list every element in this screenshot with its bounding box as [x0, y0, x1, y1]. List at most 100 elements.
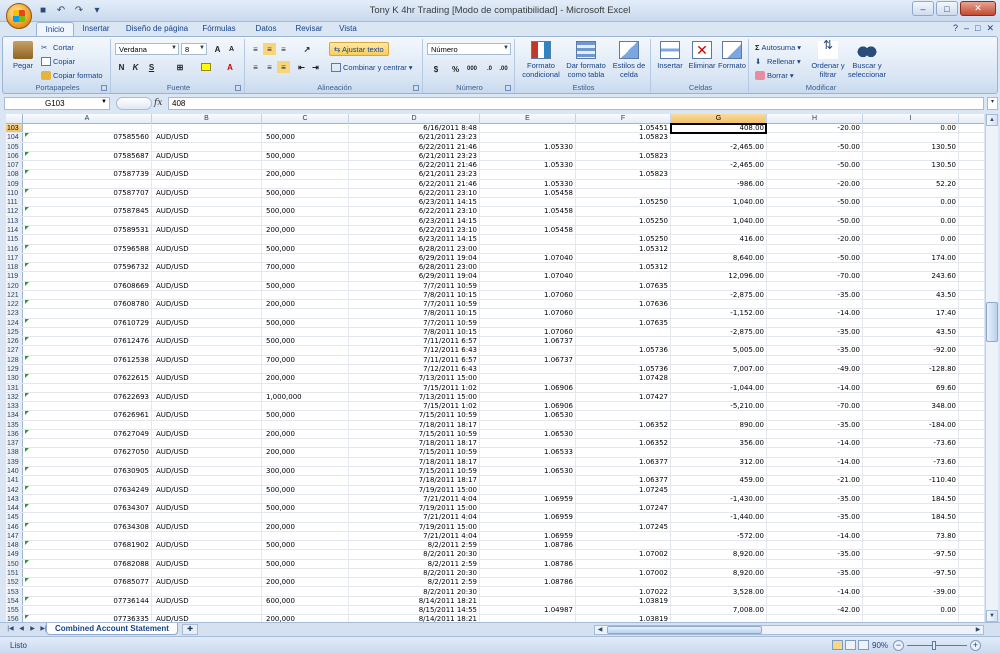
cell-g128[interactable] — [671, 356, 767, 364]
row-header[interactable]: 147 — [6, 531, 23, 541]
cell-b143[interactable] — [152, 495, 262, 503]
cell-f109[interactable] — [576, 180, 671, 188]
cell-f113[interactable]: 1.05250 — [576, 217, 671, 225]
cell-h116[interactable] — [767, 245, 863, 253]
row-header[interactable]: 114 — [6, 225, 29, 235]
cell-f119[interactable] — [576, 272, 671, 280]
cell-i110[interactable] — [863, 189, 959, 197]
row-header[interactable]: 137 — [6, 439, 23, 448]
cell-f153[interactable]: 1.07022 — [576, 588, 671, 596]
cell-h152[interactable] — [767, 578, 863, 586]
currency-button[interactable]: $ — [427, 63, 445, 75]
cell-a153[interactable] — [23, 588, 152, 596]
bold-button[interactable]: N — [115, 61, 128, 73]
cell-f146[interactable]: 1.07245 — [576, 523, 671, 531]
cell-g147[interactable]: -572.00 — [671, 532, 767, 540]
cell-i152[interactable] — [863, 578, 959, 586]
cell-d140[interactable]: 7/15/2011 10:59 — [349, 467, 480, 475]
row-header[interactable]: 155 — [6, 606, 23, 615]
cell-a114[interactable]: 07589531 — [23, 226, 152, 234]
cell-b117[interactable] — [152, 254, 262, 262]
percent-button[interactable]: % — [449, 63, 462, 75]
cell-e114[interactable]: 1.05458 — [480, 226, 576, 234]
insert-function-icon[interactable]: fx — [154, 98, 162, 108]
cell-a154[interactable]: 07736144 — [23, 597, 152, 605]
cell-h155[interactable]: -42.00 — [767, 606, 863, 614]
cell-g105[interactable]: -2,465.00 — [671, 143, 767, 151]
cell-c135[interactable] — [262, 421, 349, 429]
row-header[interactable]: 156 — [6, 615, 29, 622]
cell-g151[interactable]: 8,920.00 — [671, 569, 767, 577]
cell-h151[interactable]: -35.00 — [767, 569, 863, 577]
cell-b142[interactable]: AUD/USD — [152, 486, 262, 494]
cell-d150[interactable]: 8/2/2011 2:59 — [349, 560, 480, 568]
sheet-tab-combined-account-statement[interactable]: Combined Account Statement — [46, 623, 178, 635]
cell-a155[interactable] — [23, 606, 152, 614]
cell-b140[interactable]: AUD/USD — [152, 467, 262, 475]
cell-i148[interactable] — [863, 541, 959, 549]
zoom-slider-thumb[interactable] — [931, 641, 936, 650]
cell-b121[interactable] — [152, 291, 262, 299]
cell-h135[interactable]: -35.00 — [767, 421, 863, 429]
cell-g112[interactable] — [671, 207, 767, 215]
select-all-corner[interactable] — [6, 114, 23, 124]
cell-f116[interactable]: 1.05312 — [576, 245, 671, 253]
formula-bar-resize-handle[interactable] — [116, 97, 152, 110]
cell-b147[interactable] — [152, 532, 262, 540]
cell-e130[interactable] — [480, 374, 576, 382]
cell-f142[interactable]: 1.07245 — [576, 486, 671, 494]
cell-d125[interactable]: 7/8/2011 10:15 — [349, 328, 480, 336]
cell-g133[interactable]: -5,210.00 — [671, 402, 767, 410]
cell-d121[interactable]: 7/8/2011 10:15 — [349, 291, 480, 299]
cell-d138[interactable]: 7/15/2011 10:59 — [349, 448, 480, 456]
cell-i155[interactable]: 0.00 — [863, 606, 959, 614]
conditional-format-button[interactable]: Formato condicional — [519, 41, 563, 79]
cell-a108[interactable]: 07587739 — [23, 170, 152, 178]
cell-d154[interactable]: 8/14/2011 18:21 — [349, 597, 480, 605]
cell-h119[interactable]: -70.00 — [767, 272, 863, 280]
cell-h103[interactable]: -20.00 — [767, 124, 863, 132]
column-header-c[interactable]: C — [262, 114, 349, 124]
cell-c108[interactable]: 200,000 — [262, 170, 349, 178]
cell-g116[interactable] — [671, 245, 767, 253]
cell-d106[interactable]: 6/21/2011 23:23 — [349, 152, 480, 160]
cell-a151[interactable] — [23, 569, 152, 577]
vertical-scrollbar[interactable]: ▲ ▼ — [985, 114, 998, 622]
prev-sheet-icon[interactable]: ◀ — [17, 625, 26, 632]
cell-a136[interactable]: 07627049 — [23, 430, 152, 438]
cell-g108[interactable] — [671, 170, 767, 178]
cell-f126[interactable] — [576, 337, 671, 345]
row-header[interactable]: 123 — [6, 309, 23, 318]
cell-i133[interactable]: 348.00 — [863, 402, 959, 410]
find-select-button[interactable]: Buscar y seleccionar — [847, 41, 887, 79]
close-button[interactable]: ✕ — [960, 1, 996, 16]
cell-i123[interactable]: 17.40 — [863, 309, 959, 317]
row-header[interactable]: 128 — [6, 355, 29, 365]
cell-c152[interactable]: 200,000 — [262, 578, 349, 586]
ribbon-restore-icon[interactable]: □ — [975, 23, 980, 34]
cell-h118[interactable] — [767, 263, 863, 271]
cell-b130[interactable]: AUD/USD — [152, 374, 262, 382]
cell-d144[interactable]: 7/19/2011 15:00 — [349, 504, 480, 512]
cell-a135[interactable] — [23, 421, 152, 429]
cell-c111[interactable] — [262, 198, 349, 206]
cell-f151[interactable]: 1.07002 — [576, 569, 671, 577]
cell-f149[interactable]: 1.07002 — [576, 550, 671, 558]
cell-a116[interactable]: 07596588 — [23, 245, 152, 253]
row-header[interactable]: 135 — [6, 420, 23, 429]
tab-diseno-de-pagina[interactable]: Diseño de página — [120, 22, 194, 36]
cell-b120[interactable]: AUD/USD — [152, 282, 262, 290]
name-box[interactable]: G103 ▼ — [4, 97, 110, 110]
cell-f122[interactable]: 1.07636 — [576, 300, 671, 308]
cell-b137[interactable] — [152, 439, 262, 447]
cell-b129[interactable] — [152, 365, 262, 373]
column-header-b[interactable]: B — [152, 114, 262, 124]
vertical-scroll-thumb[interactable] — [986, 302, 998, 342]
cell-b115[interactable] — [152, 235, 262, 243]
cell-h148[interactable] — [767, 541, 863, 549]
cell-g145[interactable]: -1,440.00 — [671, 513, 767, 521]
row-header[interactable]: 146 — [6, 522, 29, 531]
cell-b153[interactable] — [152, 588, 262, 596]
cell-d109[interactable]: 6/22/2011 21:46 — [349, 180, 480, 188]
cell-h141[interactable]: -21.00 — [767, 476, 863, 484]
